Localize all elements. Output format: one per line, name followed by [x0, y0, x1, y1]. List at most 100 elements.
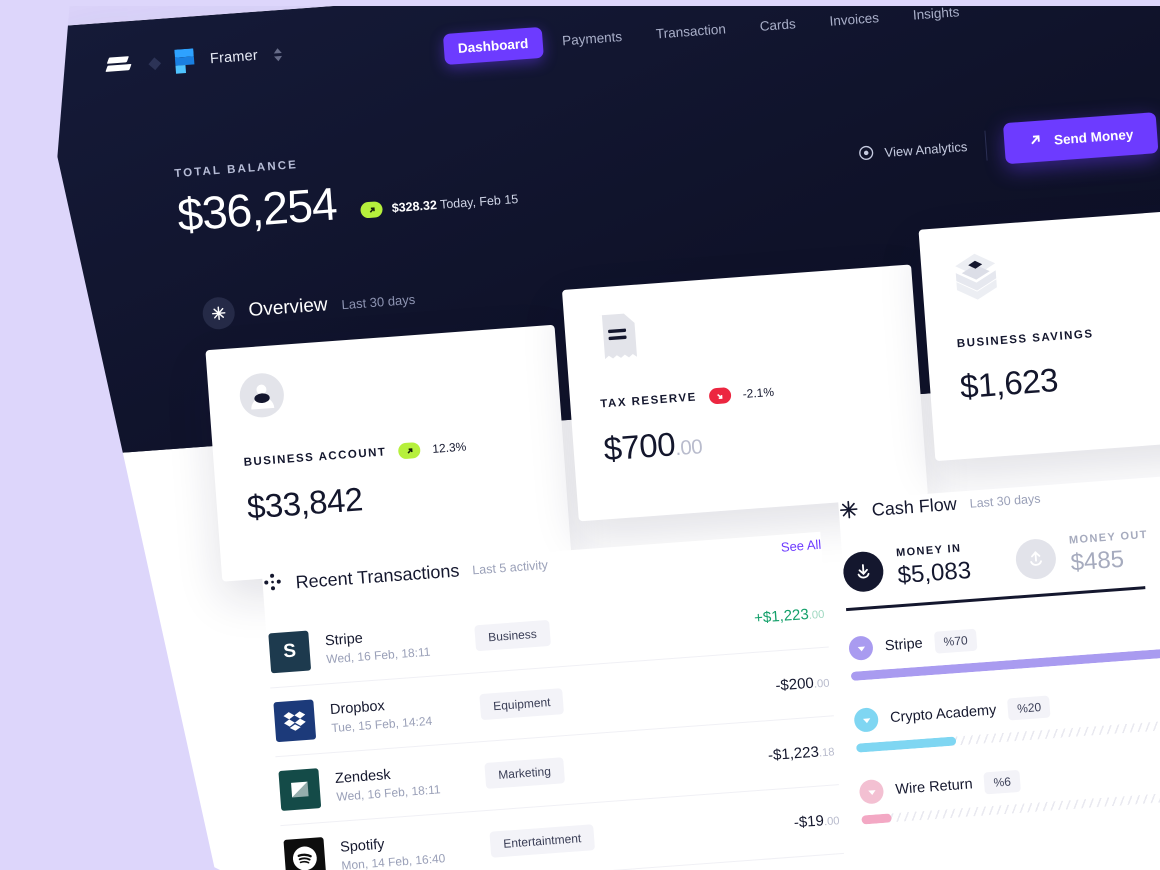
cash-flow-source-name: Stripe — [884, 635, 924, 655]
amount-cents: .00 — [823, 814, 840, 828]
view-analytics-label: View Analytics — [884, 139, 968, 161]
stat-card-tax-reserve[interactable]: TAX RESERVE -2.1% $700.00 — [561, 264, 928, 522]
sparkle-icon — [201, 296, 236, 331]
brand-name: Framer — [209, 47, 259, 68]
arrow-down-right-badge-icon — [708, 387, 732, 405]
transaction-tag: Business — [474, 619, 551, 652]
stat-card-label: BUSINESS SAVINGS — [956, 328, 1094, 351]
stripe-logo-icon: S — [268, 630, 312, 674]
transaction-amount: -$200.00 — [775, 673, 830, 694]
header-actions: View Analytics Send Money Add Money — [856, 100, 1160, 175]
chevron-down-icon — [858, 778, 885, 805]
amount-main: -$19 — [793, 811, 825, 831]
logo-letter: S — [282, 640, 297, 663]
chevron-down-icon — [853, 707, 880, 733]
user-avatar-icon — [237, 353, 530, 425]
lightning-slash-icon — [105, 54, 136, 78]
nav-item-cards[interactable]: Cards — [745, 7, 811, 43]
transaction-amount: +$1,223.00 — [754, 604, 825, 626]
transaction-amount: -$19.00 — [793, 811, 840, 831]
topbar: Framer Dashboard Payments Transaction Ca… — [41, 0, 1160, 123]
amount-cents: .18 — [818, 745, 835, 759]
amount-main: $33,842 — [245, 480, 364, 526]
cash-flow-source-name: Wire Return — [894, 776, 974, 798]
amount-main: $700 — [602, 425, 677, 468]
main-nav: Dashboard Payments Transaction Cards Inv… — [442, 0, 975, 66]
nav-item-dashboard[interactable]: Dashboard — [442, 26, 544, 66]
amount-cents: .00 — [808, 608, 825, 622]
stat-card-change: -2.1% — [742, 384, 775, 402]
stat-card-change: 12.3% — [431, 439, 467, 456]
nav-item-invoices[interactable]: Invoices — [814, 1, 894, 38]
cash-flow-bars: Stripe %70 Crypto Academy %20 Wire Retur… — [848, 600, 1160, 825]
sparkle-icon — [838, 499, 860, 525]
overview-header: Overview Last 30 days — [201, 283, 417, 331]
transaction-tag: Equipment — [479, 688, 565, 721]
total-balance-delta: $328.32 Today, Feb 15 — [360, 191, 519, 224]
arrow-down-circle-icon — [841, 549, 885, 593]
list-item[interactable]: Crypto Academy %20 — [853, 672, 1160, 753]
nav-item-insights[interactable]: Insights — [898, 0, 975, 32]
delta-suffix: Today, Feb 15 — [436, 192, 519, 212]
stat-card-label: BUSINESS ACCOUNT — [243, 446, 387, 469]
progress-fill — [855, 736, 957, 753]
progress-fill — [861, 813, 892, 825]
cash-flow-source-percent: %6 — [983, 769, 1021, 795]
cash-flow-source-percent: %20 — [1007, 695, 1051, 721]
total-balance-amount: $36,254 — [175, 177, 339, 241]
overview-subtitle: Last 30 days — [341, 291, 416, 312]
eye-icon — [857, 143, 875, 164]
arrow-up-right-icon — [1027, 133, 1042, 151]
cash-flow-totals: MONEY IN $5,083 MONEY OUT $485 — [841, 515, 1160, 595]
dropbox-logo-icon — [273, 699, 317, 743]
nodes-icon — [262, 571, 284, 597]
cash-flow-subtitle: Last 30 days — [969, 491, 1041, 511]
transaction-tag: Entertaintment — [489, 824, 596, 858]
amount-cents: .00 — [813, 677, 830, 691]
recent-transactions-subtitle: Last 5 activity — [471, 557, 549, 577]
spotify-logo-icon — [283, 837, 327, 870]
cash-flow-title: Cash Flow — [871, 493, 958, 520]
send-money-button[interactable]: Send Money — [1002, 112, 1159, 165]
money-in-value: $5,083 — [896, 556, 972, 590]
arrow-up-circle-icon — [1014, 537, 1058, 580]
recent-transactions-panel: Recent Transactions Last 5 activity See … — [261, 531, 850, 870]
cash-flow-panel: Cash Flow Last 30 days MONEY IN $5,083 M… — [838, 463, 1160, 870]
amount-main: $1,623 — [958, 361, 1060, 406]
stat-card-amount: $1,623 — [959, 345, 1160, 406]
chevron-updown-icon[interactable] — [273, 47, 283, 62]
receipt-icon — [594, 293, 887, 367]
stat-card-label: TAX RESERVE — [599, 391, 698, 411]
transactions-list: S Stripe Wed, 16 Feb, 18:11 Business +$1… — [265, 578, 844, 870]
view-analytics-button[interactable]: View Analytics — [857, 137, 968, 165]
stat-card-amount: $700.00 — [602, 409, 894, 468]
see-all-link[interactable]: See All — [780, 537, 821, 555]
stat-card-business-account[interactable]: BUSINESS ACCOUNT 12.3% $33,842 — [205, 324, 572, 582]
stat-card-business-savings[interactable]: BUSINESS SAVINGS $1,623 — [918, 201, 1160, 462]
total-balance-block: TOTAL BALANCE $36,254 $328.32 Today, Feb… — [174, 143, 519, 241]
cash-flow-source-percent: %70 — [933, 628, 978, 654]
separator-diamond-icon — [148, 56, 162, 70]
brand-switcher[interactable]: Framer — [105, 42, 283, 79]
delta-amount: $328.32 — [391, 198, 438, 216]
arrow-up-right-badge-icon — [397, 441, 421, 460]
list-item[interactable]: Wire Return %6 — [858, 744, 1160, 825]
stat-card-amount: $33,842 — [246, 468, 538, 527]
amount-main: -$1,223 — [767, 743, 820, 764]
nav-item-transaction[interactable]: Transaction — [641, 12, 741, 50]
overview-title: Overview — [247, 294, 329, 322]
nav-item-payments[interactable]: Payments — [547, 20, 637, 57]
zendesk-logo-icon — [278, 768, 322, 812]
dashboard-app-window: Framer Dashboard Payments Transaction Ca… — [41, 0, 1160, 870]
list-item[interactable]: Stripe %70 — [848, 600, 1160, 681]
amount-main: +$1,223 — [753, 605, 810, 627]
framer-logo-icon — [174, 48, 195, 74]
transaction-amount: -$1,223.18 — [767, 742, 835, 764]
money-in-stat[interactable]: MONEY IN $5,083 — [841, 542, 972, 594]
chevron-down-icon — [848, 635, 874, 661]
money-out-stat[interactable]: MONEY OUT $485 — [1014, 529, 1151, 582]
arrow-up-right-badge-icon — [360, 200, 384, 219]
layers-icon — [950, 230, 1160, 308]
send-money-label: Send Money — [1053, 126, 1134, 148]
amount-cents: .00 — [674, 435, 703, 461]
